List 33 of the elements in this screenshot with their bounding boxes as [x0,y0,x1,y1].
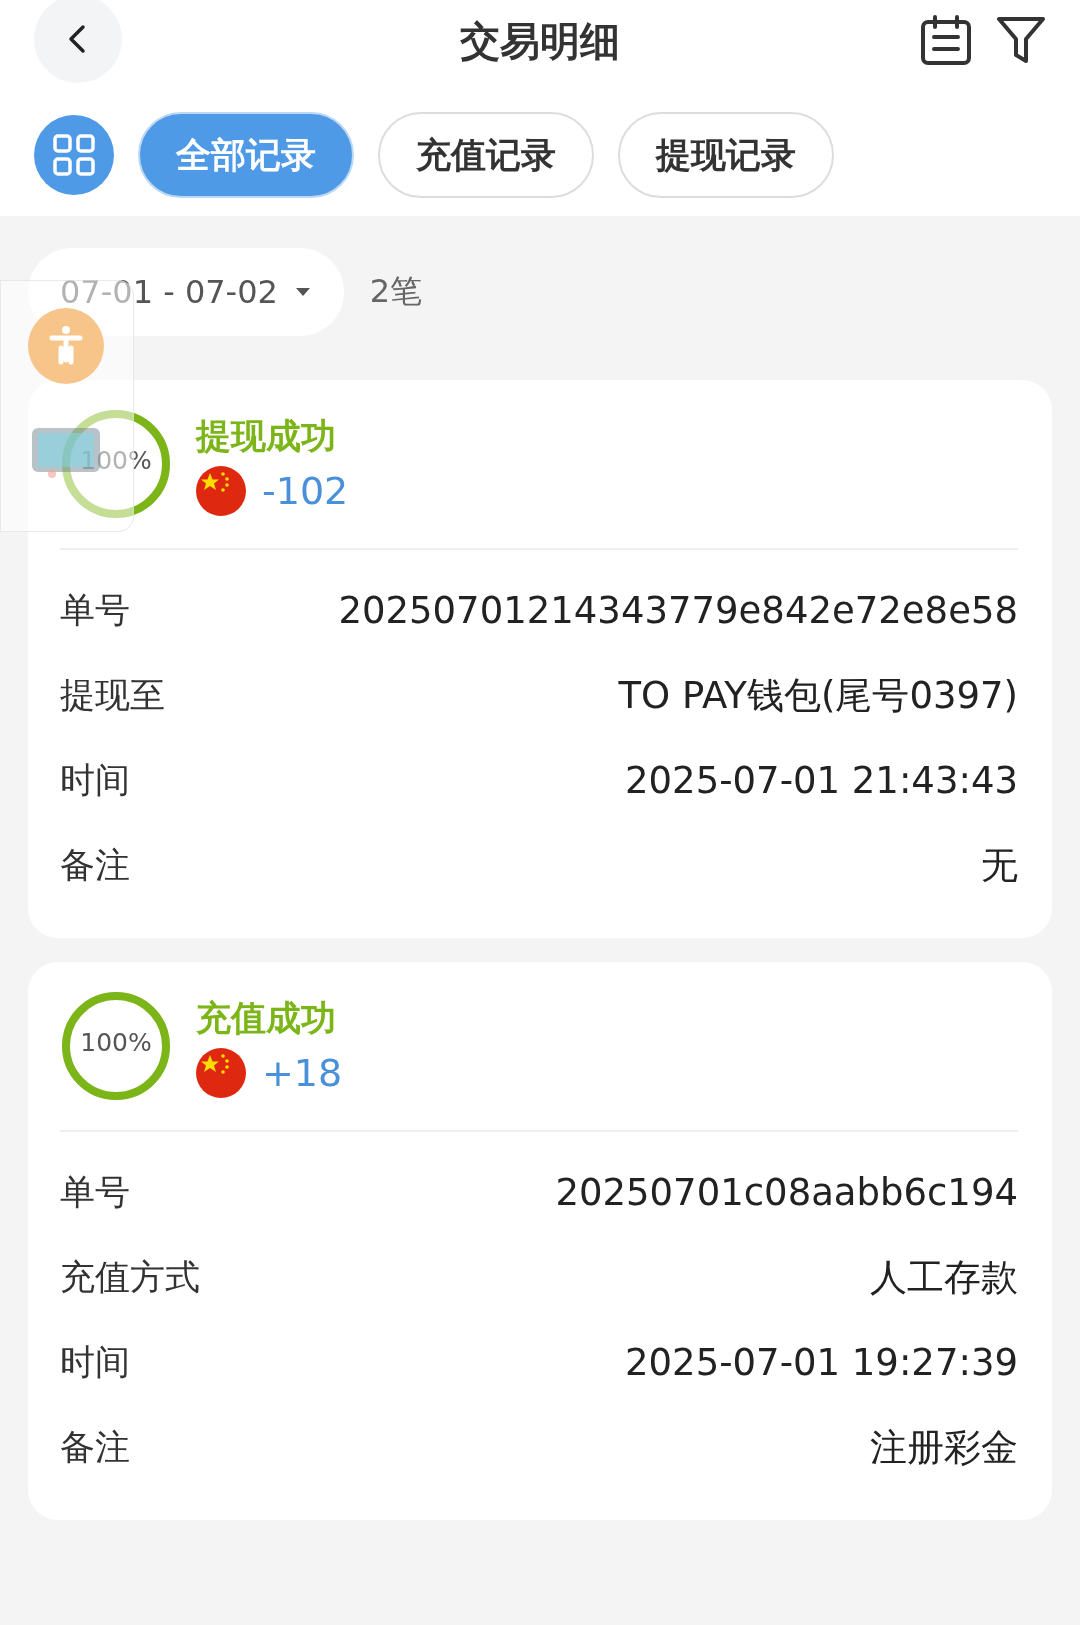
detail-value: 无 [981,842,1018,889]
detail-value: 注册彩金 [870,1424,1018,1471]
detail-label: 备注 [60,1426,130,1469]
detail-value: 20250701c08aabb6c194 [555,1171,1018,1214]
detail-label: 提现至 [60,674,165,717]
accessibility-icon[interactable] [28,308,104,384]
detail-value: 2025-07-01 19:27:39 [625,1341,1018,1384]
status-text: 充值成功 [196,996,337,1040]
detail-label: 时间 [60,1341,130,1384]
filter-tab[interactable]: 提现记录 [618,112,834,198]
status-text: 提现成功 [196,414,337,458]
detail-value: TO PAY钱包(尾号0397) [618,672,1018,719]
date-range-dropdown[interactable]: 07-01 - 07-02 [28,248,344,336]
detail-value: 人工存款 [870,1254,1018,1301]
detail-value: 20250701214343779e842e72e8e58 [338,589,1018,632]
page-title: 交易明细 [460,18,620,64]
detail-label: 充值方式 [60,1256,200,1299]
detail-value: 2025-07-01 21:43:43 [625,759,1018,802]
detail-label: 单号 [60,589,130,632]
progress-label: 100% [79,1028,153,1057]
grid-icon [52,133,96,177]
detail-label: 单号 [60,1171,130,1214]
detail-label: 时间 [60,759,130,802]
filter-tab[interactable]: 充值记录 [378,112,594,198]
detail-label: 备注 [60,844,130,887]
record-count: 2笔 [369,271,423,312]
caret-icon [293,286,312,298]
flag-icon [196,465,246,516]
amount-text: +18 [262,1050,343,1095]
flag-icon [196,1047,246,1098]
filter-icon[interactable] [996,15,1046,65]
calendar-icon[interactable] [920,15,972,65]
amount-text: -102 [262,468,349,513]
